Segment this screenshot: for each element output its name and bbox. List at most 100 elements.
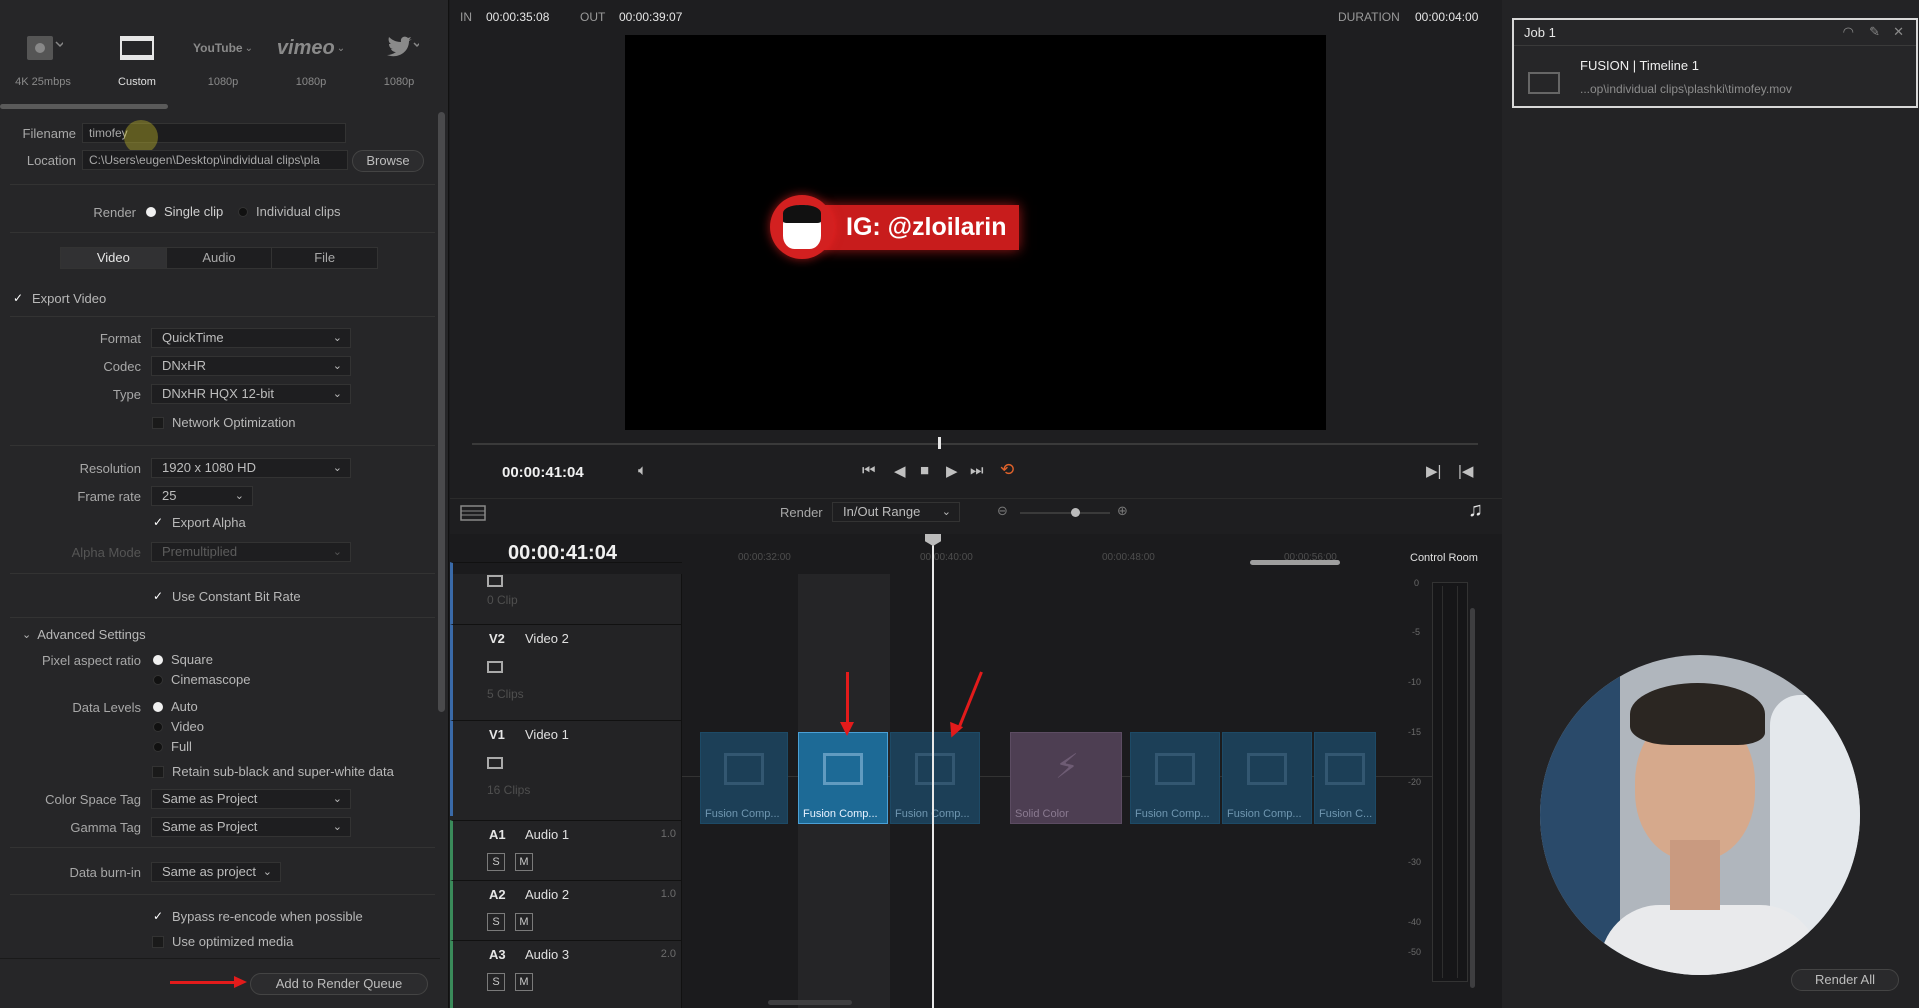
constant-bitrate-checkbox[interactable]: ✓ Use Constant Bit Rate [152, 589, 301, 604]
mute-button[interactable]: M [515, 853, 533, 871]
music-note-icon[interactable]: ♫ [1468, 499, 1483, 522]
chevron-down-icon: ⌄ [941, 506, 951, 518]
loop-icon[interactable]: ⟲ [1000, 460, 1014, 480]
track-header-a3[interactable]: A3 Audio 3 2.0 S M [450, 940, 682, 1008]
codec-label: Codec [103, 359, 141, 374]
timeline-clip[interactable]: Fusion C... [1314, 732, 1376, 824]
previous-clip-icon[interactable]: |◀ [1458, 462, 1473, 480]
track-header-a2[interactable]: A2 Audio 2 1.0 S M [450, 880, 682, 940]
track-header-v2[interactable]: V2 Video 2 5 Clips [450, 624, 682, 720]
solo-button[interactable]: S [487, 973, 505, 991]
framerate-dropdown[interactable]: 25 ⌄ [151, 486, 253, 506]
timeline-clip[interactable]: Fusion Comp... [1130, 732, 1220, 824]
preset-4k[interactable]: 4K 25mbps [0, 28, 86, 88]
alpha-mode-dropdown[interactable]: Premultiplied ⌄ [151, 542, 351, 562]
mute-button[interactable]: M [515, 973, 533, 991]
solo-button[interactable]: S [487, 913, 505, 931]
skip-to-start-icon[interactable]: ⏮︎ [862, 462, 876, 479]
zoom-out-icon[interactable]: ⊖ [997, 503, 1008, 519]
preset-twitter[interactable]: 1080p [356, 28, 442, 88]
meter-tick: -10 [1408, 677, 1422, 687]
clip-count: 0 Clip [487, 593, 518, 607]
add-to-render-queue-button[interactable]: Add to Render Queue [250, 973, 428, 995]
timeline-clip-solid-color[interactable]: ⚡︎ Solid Color [1010, 732, 1122, 824]
timeline-clip-selected[interactable]: Fusion Comp... [798, 732, 888, 824]
timeline-clip[interactable]: Fusion Comp... [890, 732, 980, 824]
location-input[interactable]: C:\Users\eugen\Desktop\individual clips\… [82, 150, 348, 170]
presets-scrollbar[interactable] [0, 104, 168, 109]
volume-icon[interactable]: 🔈︎ [638, 462, 647, 479]
timeline-playhead[interactable] [932, 534, 934, 1008]
tab-audio[interactable]: Audio [167, 248, 273, 268]
mute-button[interactable]: M [515, 913, 533, 931]
skip-to-end-icon[interactable]: ⏭︎ [970, 462, 984, 479]
retain-checkbox[interactable]: Retain sub-black and super-white data [152, 764, 394, 779]
clip-label: Fusion Comp... [895, 808, 970, 820]
zoom-slider-handle[interactable] [1071, 508, 1080, 517]
settings-scrollbar[interactable] [438, 112, 445, 712]
radio-square[interactable]: Square [153, 652, 213, 667]
video-preview[interactable]: IG: @zloilarin [625, 35, 1326, 430]
network-optimization-checkbox[interactable]: Network Optimization [152, 415, 296, 430]
browse-button[interactable]: Browse [352, 150, 424, 172]
fusion-clip-icon [1155, 753, 1195, 785]
clip-count: 5 Clips [487, 687, 524, 701]
radio-video[interactable]: Video [153, 719, 204, 734]
export-video-checkbox[interactable]: ✓ Export Video [12, 291, 106, 306]
filename-input[interactable]: timofey [82, 123, 346, 143]
track-header-v1[interactable]: V1 Video 1 16 Clips [450, 720, 682, 816]
preset-custom[interactable]: Custom [94, 28, 180, 88]
play-reverse-icon[interactable]: ◀ [894, 462, 906, 480]
preset-label: 4K 25mbps [15, 76, 71, 88]
close-icon[interactable]: ✕ [1893, 24, 1904, 40]
type-dropdown[interactable]: DNxHR HQX 12-bit ⌄ [151, 384, 351, 404]
timeline-vertical-scrollbar[interactable] [1470, 608, 1475, 988]
divider [10, 894, 435, 895]
track-header-a1[interactable]: A1 Audio 1 1.0 S M [450, 820, 682, 880]
pencil-icon[interactable]: ✎ [1869, 24, 1880, 40]
radio-individual-clips[interactable]: Individual clips [238, 204, 341, 219]
video-track-icon [487, 661, 503, 673]
resolution-dropdown[interactable]: 1920 x 1080 HD ⌄ [151, 458, 351, 478]
timeline-horizontal-scrollbar[interactable] [768, 1000, 852, 1005]
next-clip-icon[interactable]: ▶| [1426, 462, 1441, 480]
in-timecode: 00:00:35:08 [486, 10, 550, 24]
codec-dropdown[interactable]: DNxHR ⌄ [151, 356, 351, 376]
radio-single-clip[interactable]: Single clip [146, 204, 223, 219]
tab-video[interactable]: Video [61, 248, 167, 268]
burnin-dropdown[interactable]: Same as project ⌄ [151, 862, 281, 882]
radio-full[interactable]: Full [153, 739, 192, 754]
viewer-info-bar: IN 00:00:35:08 OUT 00:00:39:07 DURATION … [450, 10, 1502, 32]
format-dropdown[interactable]: QuickTime ⌄ [151, 328, 351, 348]
annotation-arrow [846, 672, 849, 726]
play-icon[interactable]: ▶ [946, 462, 958, 480]
optimized-media-checkbox[interactable]: Use optimized media [152, 934, 293, 949]
control-room-label: Control Room [1410, 552, 1478, 564]
gamma-dropdown[interactable]: Same as Project ⌄ [151, 817, 351, 837]
timeline-view-icon[interactable] [460, 505, 486, 521]
preset-vimeo[interactable]: vimeo ⌄ 1080p [268, 28, 354, 89]
color-space-dropdown[interactable]: Same as Project ⌄ [151, 789, 351, 809]
webcam-neck [1670, 840, 1720, 910]
advanced-settings-toggle[interactable]: ⌄ Advanced Settings [22, 627, 146, 642]
viewer-scrubber[interactable] [472, 443, 1478, 445]
timeline-clip[interactable]: Fusion Comp... [700, 732, 788, 824]
render-job-card[interactable]: Job 1 ◠ ✎ ✕ FUSION | Timeline 1 ...op\in… [1512, 18, 1918, 108]
timeline-clip[interactable]: Fusion Comp... [1222, 732, 1312, 824]
track-header-v3[interactable]: 0 Clip [450, 562, 682, 624]
dropdown-value: 1920 x 1080 HD [162, 460, 256, 475]
preset-youtube[interactable]: YouTube ⌄ 1080p [180, 28, 266, 88]
export-alpha-checkbox[interactable]: ✓ Export Alpha [152, 515, 246, 530]
zoom-in-icon[interactable]: ⊕ [1117, 503, 1128, 519]
bypass-checkbox[interactable]: ✓ Bypass re-encode when possible [152, 909, 363, 924]
stop-icon[interactable]: ■ [920, 462, 929, 479]
ruler-tick: 00:00:48:00 [1102, 552, 1155, 563]
radio-cinemascope[interactable]: Cinemascope [153, 672, 251, 687]
render-range-dropdown[interactable]: In/Out Range ⌄ [832, 502, 960, 522]
in-out-range-bar[interactable] [1250, 560, 1340, 565]
tab-file[interactable]: File [272, 248, 377, 268]
radio-auto[interactable]: Auto [153, 699, 198, 714]
scrubber-playhead[interactable] [938, 437, 941, 449]
zoom-slider[interactable] [1020, 512, 1110, 514]
solo-button[interactable]: S [487, 853, 505, 871]
